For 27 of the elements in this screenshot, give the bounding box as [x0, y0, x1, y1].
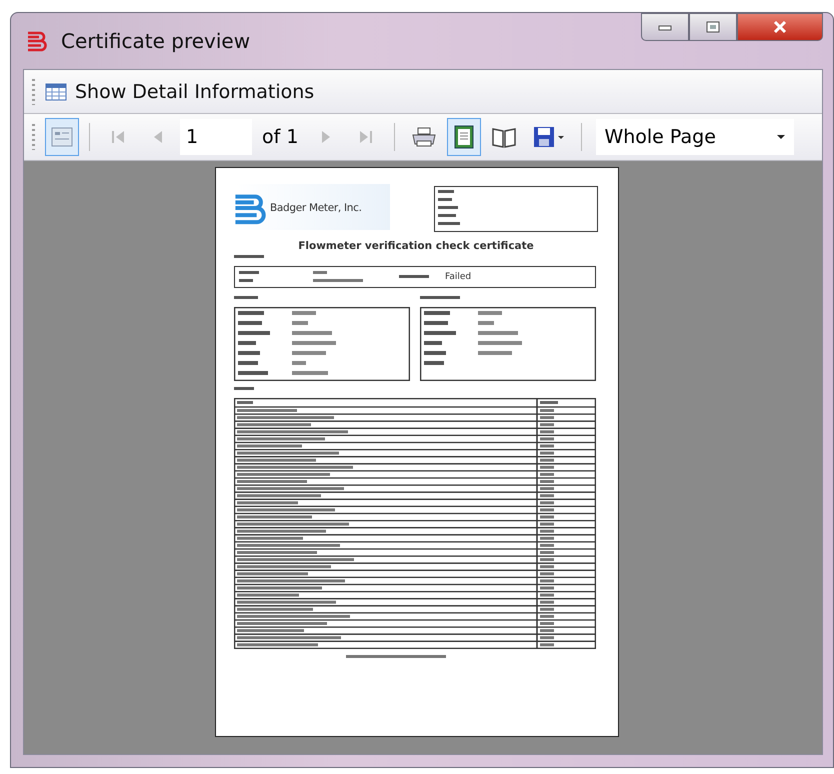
caret-icon — [776, 134, 786, 140]
single-page-button[interactable] — [447, 118, 482, 156]
final-result-value: Failed — [445, 272, 472, 282]
first-arrow-icon — [109, 128, 127, 146]
text-lines-drawing — [420, 296, 460, 301]
floppy-disk-icon — [532, 125, 566, 149]
close-icon — [772, 20, 788, 34]
thumbnails-button[interactable] — [45, 118, 79, 156]
printer-icon — [410, 125, 438, 149]
maximize-button[interactable] — [689, 13, 737, 41]
page-icon — [452, 124, 476, 150]
minimize-icon — [658, 23, 672, 31]
text-lines-drawing — [234, 387, 254, 392]
text-lines-drawing — [234, 255, 264, 260]
zoom-dropdown[interactable]: Whole Page — [596, 119, 794, 155]
page-count-label: of 1 — [261, 126, 300, 148]
maximize-icon — [706, 21, 720, 33]
text-lines-drawing — [234, 296, 258, 301]
window-title: Certificate preview — [61, 29, 250, 53]
company-logo: Badger Meter, Inc. — [234, 184, 390, 230]
close-button[interactable] — [737, 13, 823, 41]
thumbnails-icon — [50, 126, 74, 148]
table-icon — [45, 82, 67, 100]
open-book-icon — [490, 125, 518, 149]
document-title: Flowmeter verification check certificate — [297, 240, 535, 252]
page-number-field[interactable]: 1 — [180, 119, 252, 155]
minimize-button[interactable] — [641, 13, 689, 41]
